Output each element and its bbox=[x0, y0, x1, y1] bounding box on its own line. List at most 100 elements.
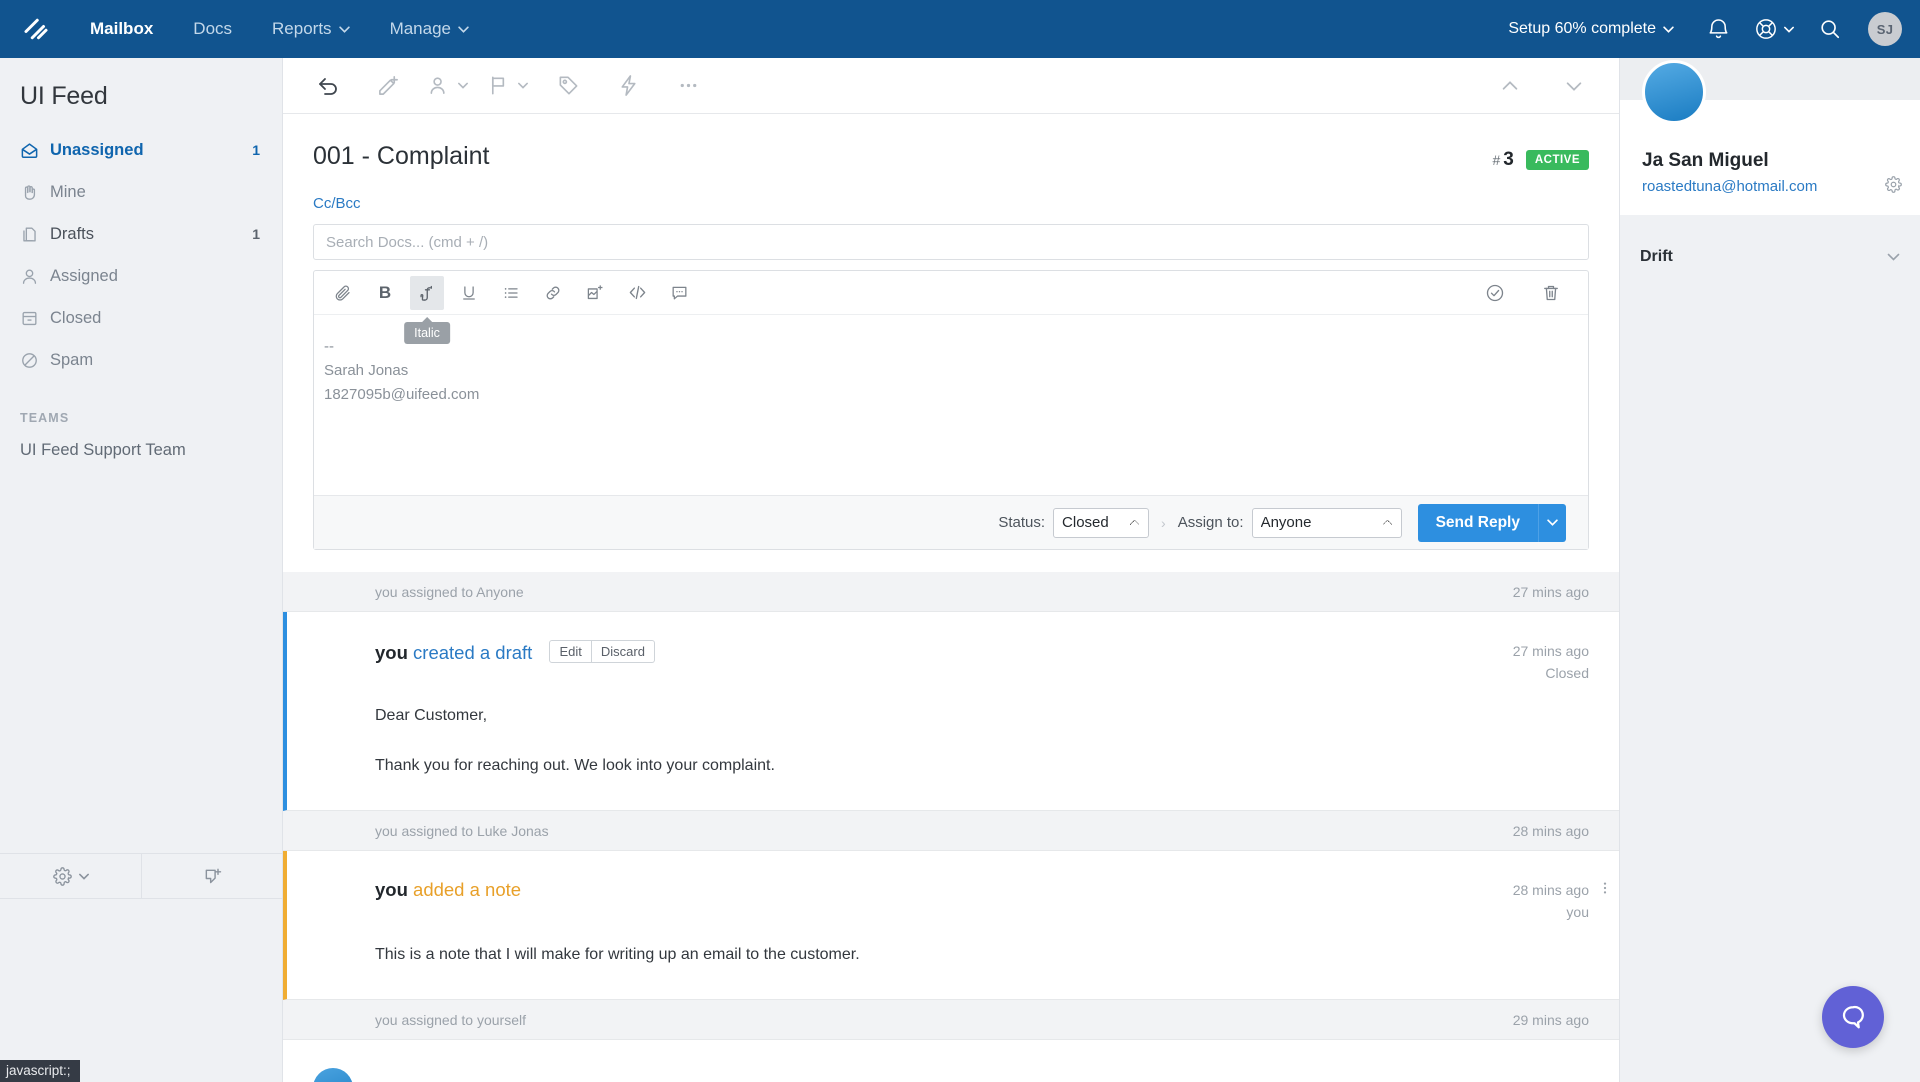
bullet-list-icon[interactable] bbox=[494, 276, 528, 310]
italic-icon[interactable]: Italic bbox=[404, 275, 450, 344]
image-plus-icon[interactable] bbox=[578, 276, 612, 310]
sidebar-item-ui-feed-support-team[interactable]: UI Feed Support Team bbox=[0, 433, 282, 468]
customer-name: Ja San Miguel bbox=[1642, 150, 1769, 171]
tag-icon[interactable] bbox=[545, 65, 591, 107]
draft-greeting: Dear Customer, bbox=[375, 707, 488, 724]
gear-icon[interactable] bbox=[0, 854, 142, 898]
trash-icon[interactable] bbox=[1534, 276, 1568, 310]
avatar-initials: SJ bbox=[1876, 21, 1894, 37]
sidebar-item-unassigned[interactable]: Unassigned 1 bbox=[0, 129, 282, 171]
nav-item-mailbox[interactable]: Mailbox bbox=[70, 0, 173, 58]
paperclip-icon[interactable] bbox=[326, 276, 360, 310]
bell-icon[interactable] bbox=[1690, 0, 1746, 58]
bold-icon[interactable]: B bbox=[368, 276, 402, 310]
send-reply-button[interactable]: Send Reply bbox=[1417, 503, 1538, 542]
thread-item-body: This is a note that I will make for writ… bbox=[375, 923, 1589, 969]
browser-status-bar: javascript:; bbox=[0, 1060, 80, 1082]
thread-item-body: Dear Customer, Thank you for reaching ou… bbox=[375, 684, 1589, 780]
sidebar-item-label: Closed bbox=[50, 308, 102, 327]
conversation-pagination bbox=[1487, 65, 1597, 107]
send-options-chevron-down-icon[interactable] bbox=[1538, 503, 1566, 542]
comment-icon[interactable] bbox=[662, 276, 696, 310]
customer-email[interactable]: roastedtuna@hotmail.com bbox=[1642, 178, 1898, 195]
system-event-time: 29 mins ago bbox=[1512, 1011, 1589, 1028]
actor-label: you bbox=[375, 642, 408, 663]
edit-draft-button[interactable]: Edit bbox=[549, 640, 592, 663]
system-event-text: you assigned to Anyone bbox=[375, 583, 524, 600]
nav-item-docs[interactable]: Docs bbox=[173, 0, 252, 58]
link-icon[interactable] bbox=[536, 276, 570, 310]
cc-bcc-toggle[interactable]: Cc/Bcc bbox=[283, 171, 1619, 212]
drift-app-section[interactable]: Drift bbox=[1620, 229, 1920, 285]
pencil-plus-icon[interactable] bbox=[365, 65, 411, 107]
new-conversation-icon[interactable] bbox=[142, 854, 283, 898]
help-beacon-button[interactable] bbox=[1822, 986, 1884, 1048]
search-docs-input[interactable] bbox=[313, 224, 1589, 260]
reply-body-area[interactable]: -- Sarah Jonas 1827095b@uifeed.com bbox=[314, 315, 1588, 495]
signature-name: Sarah Jonas bbox=[324, 362, 409, 379]
customer-avatar[interactable] bbox=[1642, 60, 1706, 124]
conversation-toolbar bbox=[283, 58, 1619, 114]
chat-bubble-icon bbox=[1842, 1005, 1864, 1029]
action-label: created a draft bbox=[413, 642, 533, 663]
search-icon[interactable] bbox=[1802, 0, 1858, 58]
nav-right-actions: Setup 60% complete SJ bbox=[1492, 0, 1920, 58]
nav-item-label: Manage bbox=[389, 19, 451, 38]
reply-footer: Status: Closed › Assign to: Anyone Send … bbox=[314, 495, 1588, 549]
sidebar-item-label: Assigned bbox=[50, 266, 118, 285]
sidebar: UI Feed Unassigned 1 Mine Drafts 1 Assig… bbox=[0, 58, 283, 1082]
sidebar-item-label: Spam bbox=[50, 350, 94, 369]
conversation-header: 001 - Complaint #3 ACTIVE bbox=[283, 114, 1619, 171]
sidebar-item-closed[interactable]: Closed bbox=[0, 297, 282, 339]
draft-actions: Edit Discard bbox=[549, 640, 655, 663]
thread-item-title: you added a note bbox=[375, 879, 521, 901]
nav-item-manage[interactable]: Manage bbox=[370, 0, 489, 58]
open-envelope-icon bbox=[20, 141, 50, 160]
check-circle-icon[interactable] bbox=[1478, 276, 1512, 310]
drift-section-label: Drift bbox=[1640, 248, 1673, 265]
lifebuoy-icon[interactable] bbox=[1746, 0, 1802, 58]
thread-draft-item: you created a draft Edit Discard 27 mins… bbox=[283, 612, 1619, 811]
note-text: This is a note that I will make for writ… bbox=[375, 946, 860, 963]
underline-icon[interactable] bbox=[452, 276, 486, 310]
helpscout-logo-icon[interactable] bbox=[14, 7, 58, 51]
thread-item-substatus: Closed bbox=[1545, 665, 1589, 681]
sidebar-item-drafts[interactable]: Drafts 1 bbox=[0, 213, 282, 255]
thread-item-meta: 28 mins ago you bbox=[1513, 879, 1607, 923]
avatar[interactable]: SJ bbox=[1868, 12, 1902, 46]
draft-paragraph: Thank you for reaching out. We look into… bbox=[375, 757, 775, 774]
assign-select[interactable]: Anyone bbox=[1251, 507, 1402, 538]
person-plus-icon[interactable] bbox=[425, 65, 471, 107]
lightning-bolt-icon[interactable] bbox=[605, 65, 651, 107]
chevron-up-icon[interactable] bbox=[1487, 65, 1533, 107]
thread-item-meta: 27 mins ago Closed bbox=[1513, 640, 1589, 684]
sidebar-item-assigned[interactable]: Assigned bbox=[0, 255, 282, 297]
thread-item-title: you created a draft Edit Discard bbox=[375, 640, 655, 664]
system-event-time: 28 mins ago bbox=[1512, 822, 1589, 839]
discard-draft-button[interactable]: Discard bbox=[591, 640, 655, 663]
thread-system-row: you assigned to yourself 29 mins ago bbox=[283, 1000, 1619, 1040]
thread-item-time: 27 mins ago bbox=[1512, 643, 1589, 659]
more-vertical-icon[interactable] bbox=[1597, 879, 1613, 897]
setup-progress-button[interactable]: Setup 60% complete bbox=[1492, 20, 1690, 38]
system-event-time: 27 mins ago bbox=[1512, 583, 1589, 600]
actor-label: you bbox=[375, 879, 408, 900]
editor-right-actions bbox=[1474, 276, 1580, 310]
sidebar-item-mine[interactable]: Mine bbox=[0, 171, 282, 213]
sidebar-footer bbox=[0, 853, 283, 899]
chevron-down-icon[interactable] bbox=[1551, 65, 1597, 107]
top-navigation-bar: Mailbox Docs Reports Manage Setup 60% co… bbox=[0, 0, 1920, 58]
gear-icon[interactable] bbox=[1885, 176, 1902, 193]
flag-icon[interactable] bbox=[485, 65, 531, 107]
no-entry-icon bbox=[20, 351, 50, 370]
code-icon[interactable] bbox=[620, 276, 654, 310]
signature-email: 1827095b@uifeed.com bbox=[324, 386, 480, 403]
signature-block: -- Sarah Jonas 1827095b@uifeed.com bbox=[324, 335, 1578, 407]
more-horizontal-icon[interactable] bbox=[665, 65, 711, 107]
thread-customer-item-partial bbox=[283, 1040, 1619, 1082]
nav-item-reports[interactable]: Reports bbox=[252, 0, 370, 58]
sidebar-item-spam[interactable]: Spam bbox=[0, 339, 282, 381]
back-arrow-icon[interactable] bbox=[305, 65, 351, 107]
person-icon bbox=[20, 267, 50, 286]
status-select[interactable]: Closed bbox=[1053, 507, 1150, 538]
